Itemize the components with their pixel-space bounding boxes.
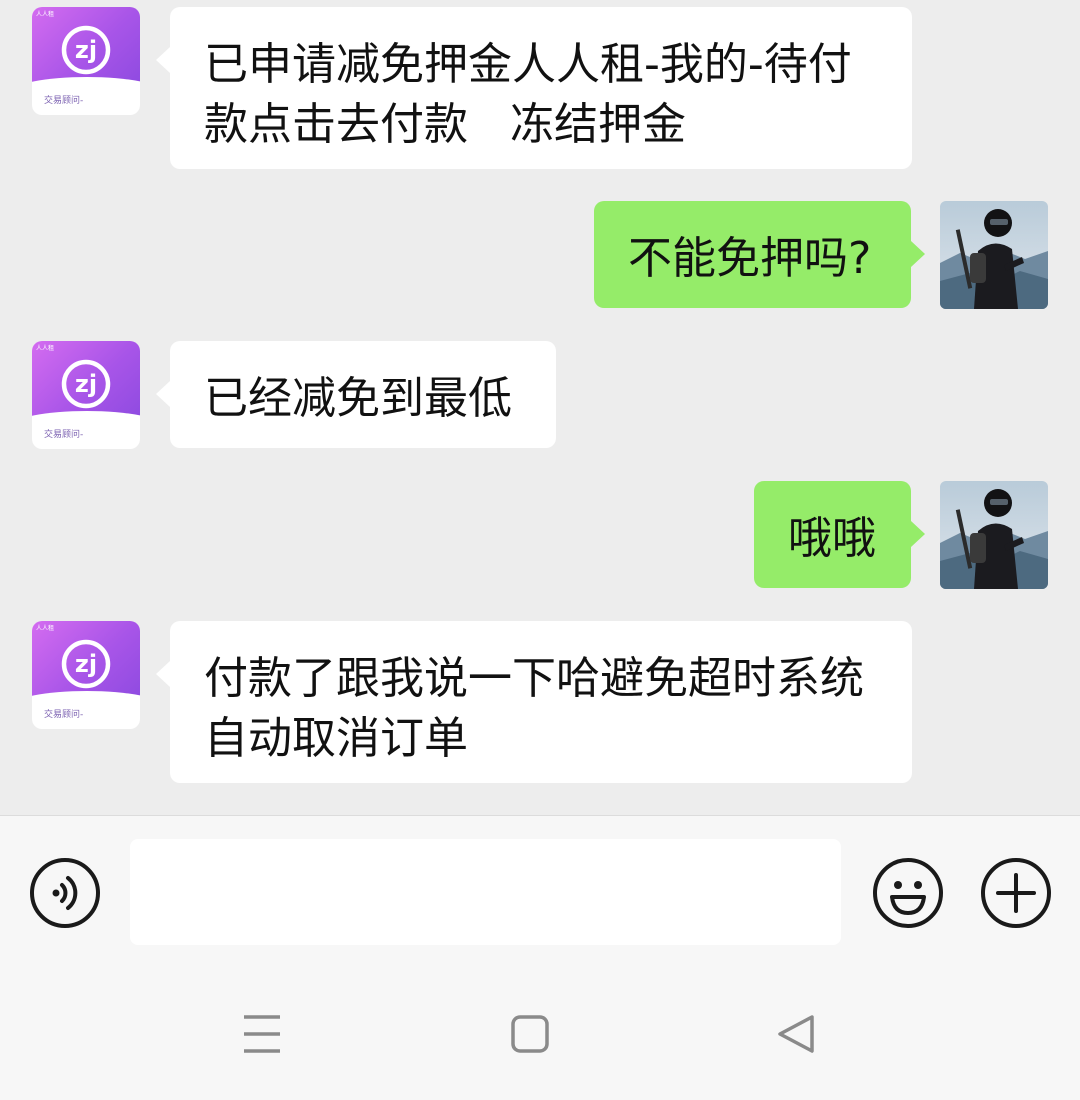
my-avatar[interactable] <box>940 201 1048 309</box>
svg-text:zj: zj <box>75 650 97 678</box>
avatar-mini-label: 人人租 <box>36 11 55 18</box>
message-text-line: 不能免押吗? <box>628 233 872 284</box>
message-text-line: 哦哦 <box>788 513 876 564</box>
message-bubble-incoming[interactable]: 已经减免到最低 <box>156 341 556 448</box>
input-bar <box>0 815 1080 966</box>
contact-avatar[interactable]: 人人租 zj 交易顾问- <box>32 341 140 449</box>
message-text-line: 自动取消订单 <box>204 713 468 764</box>
avatar-caption: 交易顾问- <box>44 96 84 106</box>
hiker-photo-avatar <box>940 201 1048 309</box>
message-bubble-incoming[interactable]: 付款了跟我说一下哈避免超时系统 自动取消订单 <box>156 621 912 783</box>
menu-icon[interactable] <box>232 1009 292 1059</box>
message-text-line: 款点击去付款 冻结押金 <box>204 99 686 150</box>
voice-icon[interactable] <box>29 857 101 929</box>
svg-text:zj: zj <box>75 370 97 398</box>
zj-logo-icon: zj <box>61 639 111 689</box>
avatar-caption: 交易顾问- <box>44 710 84 720</box>
zj-logo-icon: zj <box>61 359 111 409</box>
hiker-photo-avatar <box>940 481 1048 589</box>
contact-avatar[interactable]: 人人租 zj 交易顾问- <box>32 621 140 729</box>
zj-logo-icon: zj <box>61 25 111 75</box>
system-navbar <box>0 965 1080 1100</box>
avatar-mini-label: 人人租 <box>36 625 55 632</box>
message-bubble-outgoing[interactable]: 哦哦 <box>754 481 925 588</box>
my-avatar[interactable] <box>940 481 1048 589</box>
emoji-icon[interactable] <box>872 857 944 929</box>
avatar-caption: 交易顾问- <box>44 430 84 440</box>
message-text-line: 已经减免到最低 <box>204 373 512 424</box>
contact-avatar[interactable]: 人人租 zj 交易顾问- <box>32 7 140 115</box>
message-text-line: 付款了跟我说一下哈避免超时系统 <box>204 653 864 704</box>
home-icon[interactable] <box>500 1009 560 1059</box>
message-input[interactable] <box>130 839 841 945</box>
svg-text:zj: zj <box>75 36 97 64</box>
plus-icon[interactable] <box>980 857 1052 929</box>
back-icon[interactable] <box>766 1009 826 1059</box>
message-bubble-outgoing[interactable]: 不能免押吗? <box>594 201 925 308</box>
message-bubble-incoming[interactable]: 已申请减免押金人人租-我的-待付 款点击去付款 冻结押金 <box>156 7 912 169</box>
chat-area: 人人租 zj 交易顾问- 已申请减免押金人人租-我的-待付 款点击去付款 冻结押… <box>0 0 1080 815</box>
avatar-mini-label: 人人租 <box>36 345 55 352</box>
message-text-line: 已申请减免押金人人租-我的-待付 <box>204 39 852 90</box>
